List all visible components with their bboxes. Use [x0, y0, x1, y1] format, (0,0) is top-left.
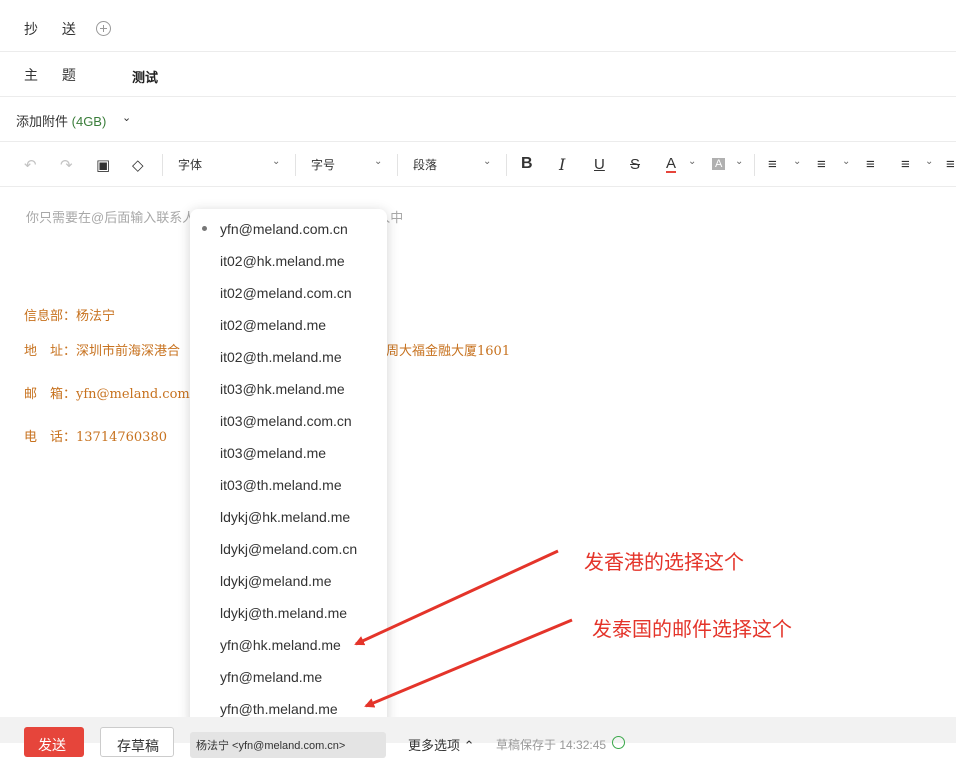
cc-label: 抄 送: [24, 21, 86, 37]
signature-phone: 电 话：13714760380: [24, 430, 167, 445]
annotation-th: 发泰国的邮件选择这个: [592, 619, 792, 641]
sender-option-13[interactable]: yfn@hk.meland.me: [220, 637, 341, 653]
italic-button[interactable]: I: [559, 155, 565, 174]
sender-option-9[interactable]: ldykj@hk.meland.me: [220, 509, 350, 525]
undo-icon[interactable]: ↶: [24, 156, 37, 174]
font-size-select[interactable]: 字号: [311, 156, 335, 173]
more-options-button[interactable]: 更多选项 ⌃: [408, 735, 475, 754]
chevron-down-icon[interactable]: ⌄: [688, 156, 696, 167]
sender-option-3[interactable]: it02@meland.me: [220, 317, 326, 333]
chevron-down-icon[interactable]: ⌄: [793, 156, 801, 167]
sender-option-5[interactable]: it03@hk.meland.me: [220, 381, 345, 397]
toolbar-divider: [397, 154, 398, 176]
font-family-select[interactable]: 字体: [178, 156, 202, 173]
sender-select[interactable]: 杨法宁 <yfn@meland.com.cn>: [190, 732, 386, 758]
sender-option-6[interactable]: it03@meland.com.cn: [220, 413, 352, 429]
redo-icon[interactable]: ↷: [60, 156, 73, 174]
signature-address-tail: 周大福金融大厦1601: [386, 344, 511, 359]
editor-toolbar: ↶ ↷ ▣ ◇ 字体 ⌄ 字号 ⌄ 段落 ⌄ B I U S A ⌄ A ⌄ ≡…: [0, 141, 956, 187]
chevron-down-icon[interactable]: ⌄: [925, 156, 933, 167]
signature-email: 邮 箱：yfn@meland.com.cn: [24, 387, 210, 402]
toolbar-divider: [295, 154, 296, 176]
underline-button[interactable]: U: [594, 156, 605, 173]
more-options-label: 更多选项: [408, 738, 461, 753]
add-attachment-button[interactable]: 添加附件 (4GB): [16, 111, 106, 130]
send-button[interactable]: 发送: [24, 727, 84, 757]
sender-option-8[interactable]: it03@th.meland.me: [220, 477, 342, 493]
signature-dept: 信息部：杨法宁: [24, 309, 116, 324]
annotation-hk: 发香港的选择这个: [584, 552, 744, 574]
toolbar-divider: [754, 154, 755, 176]
sender-option-15[interactable]: yfn@th.meland.me: [220, 701, 338, 717]
sender-option-11[interactable]: ldykj@meland.me: [220, 573, 331, 589]
sender-option-4[interactable]: it02@th.meland.me: [220, 349, 342, 365]
sender-option-1[interactable]: it02@hk.meland.me: [220, 253, 345, 269]
chevron-down-icon[interactable]: ⌄: [842, 156, 850, 167]
attachment-row: 添加附件 (4GB) ⌄: [0, 97, 956, 141]
subject-row: 主 题 测试: [0, 52, 956, 97]
sender-dropdown: yfn@meland.com.cn it02@hk.meland.me it02@m…: [190, 209, 387, 729]
signature-address: 地 址：深圳市前海深港合: [24, 344, 181, 359]
selected-dot-icon: [202, 226, 207, 231]
chevron-down-icon[interactable]: ⌄: [122, 111, 131, 124]
bullet-list-icon[interactable]: ≡: [768, 156, 777, 173]
subject-label: 主 题: [24, 67, 86, 83]
add-cc-icon[interactable]: [96, 21, 111, 36]
numbered-list-icon[interactable]: ≡: [817, 156, 826, 173]
format-painter-icon[interactable]: ▣: [96, 156, 110, 174]
sender-option-10[interactable]: ldykj@meland.com.cn: [220, 541, 357, 557]
compose-footer: 发送 存草稿 杨法宁 <yfn@meland.com.cn> 更多选项 ⌃ 草稿…: [0, 717, 956, 758]
sender-option-7[interactable]: it03@meland.me: [220, 445, 326, 461]
attachment-size: (4GB): [71, 114, 107, 129]
bold-button[interactable]: B: [521, 155, 533, 173]
add-attachment-label: 添加附件: [16, 114, 69, 129]
sender-option-14[interactable]: yfn@meland.me: [220, 669, 322, 685]
chevron-down-icon[interactable]: ⌄: [272, 156, 280, 167]
align-icon[interactable]: ≡: [901, 156, 910, 173]
font-color-button[interactable]: A: [666, 156, 677, 173]
background-color-button[interactable]: A: [712, 158, 726, 170]
line-height-icon[interactable]: ≡: [866, 156, 875, 173]
cc-row: 抄 送: [0, 0, 956, 52]
draft-status: 草稿保存于 14:32:45: [496, 738, 607, 752]
save-draft-button[interactable]: 存草稿: [100, 727, 174, 757]
email-body-editor[interactable]: 你只需要在@后面输入联系人，系统就会自动将他加入到收件人中 信息部：杨法宁 地 …: [0, 187, 956, 717]
sender-option-12[interactable]: ldykj@th.meland.me: [220, 605, 347, 621]
strikethrough-button[interactable]: S: [630, 156, 640, 173]
chevron-down-icon[interactable]: ⌄: [483, 156, 491, 167]
chevron-down-icon[interactable]: ⌄: [735, 156, 743, 167]
eraser-icon[interactable]: ◇: [132, 156, 144, 174]
toolbar-divider: [162, 154, 163, 176]
sender-option-0[interactable]: yfn@meland.com.cn: [220, 221, 348, 237]
sender-option-2[interactable]: it02@meland.com.cn: [220, 285, 352, 301]
paragraph-select[interactable]: 段落: [413, 156, 437, 173]
chevron-up-icon: ⌃: [463, 738, 475, 753]
subject-input[interactable]: 测试: [132, 67, 158, 86]
chevron-down-icon[interactable]: ⌄: [374, 156, 382, 167]
toolbar-divider: [506, 154, 507, 176]
indent-icon[interactable]: ≡: [946, 156, 955, 173]
